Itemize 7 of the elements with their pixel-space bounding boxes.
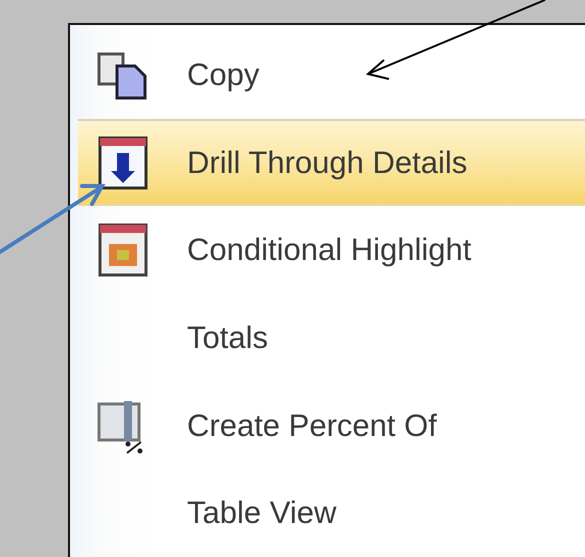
highlighted-table-icon bbox=[97, 222, 149, 278]
menu-item[interactable]: Create Percent Of bbox=[78, 382, 585, 470]
menu-item[interactable]: Table View bbox=[78, 469, 585, 557]
menu-item[interactable]: Copy bbox=[78, 31, 585, 119]
menu-item[interactable]: Drill Through Details bbox=[78, 118, 585, 206]
menu-item[interactable]: Conditional Highlight bbox=[78, 206, 585, 294]
menu-item[interactable]: Totals bbox=[78, 294, 585, 382]
